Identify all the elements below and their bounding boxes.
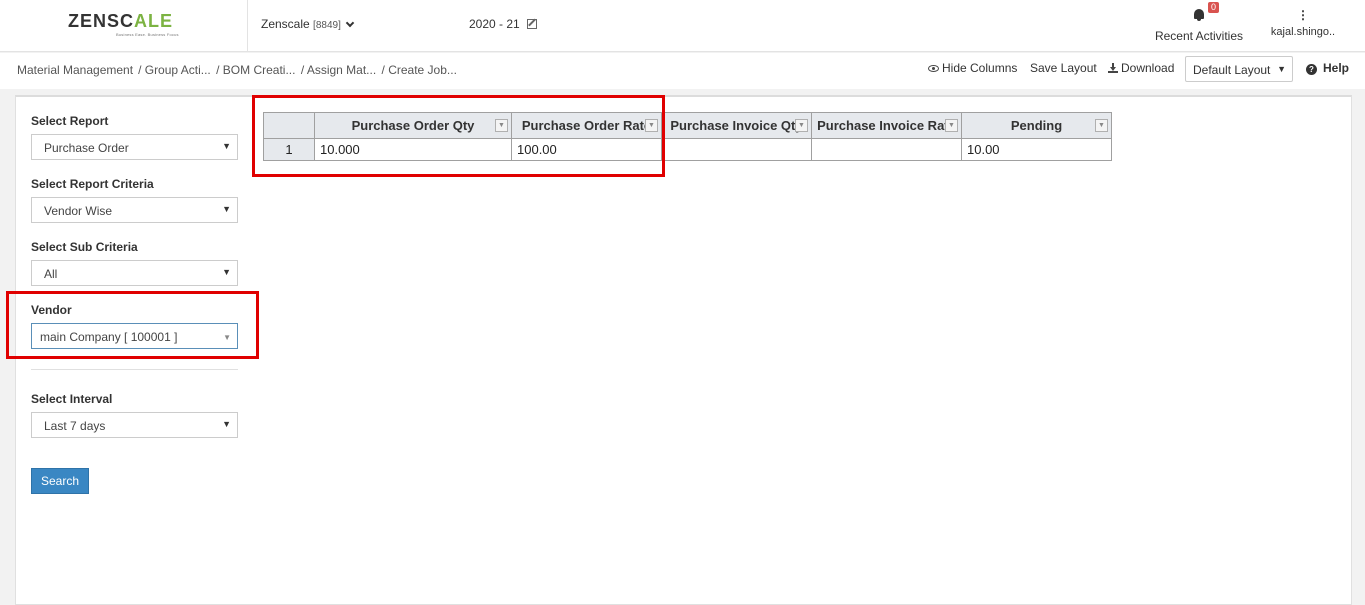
filter-icon[interactable]: ▼ [945, 119, 958, 132]
top-header: ZENSCALE Business Ease. Business Focus Z… [0, 0, 1365, 52]
column-header-label: Purchase Invoice Qty [670, 118, 803, 133]
select-interval-dropdown[interactable]: Last 7 days ▼ [31, 412, 238, 438]
breadcrumb-item[interactable]: Material Management [17, 63, 133, 77]
breadcrumb-item[interactable]: / Create Job... [382, 63, 457, 77]
column-header-label: Pending [1010, 118, 1063, 133]
caret-down-icon: ▼ [1277, 64, 1286, 74]
company-name: Zenscale [261, 17, 310, 31]
hide-columns-label: Hide Columns [942, 61, 1018, 75]
table-cell[interactable] [811, 138, 962, 161]
select-sub-criteria-value: All [44, 267, 58, 281]
column-header[interactable]: Pending ▼ [961, 112, 1112, 139]
highlight-box [6, 291, 259, 359]
eye-icon [928, 65, 939, 72]
select-interval-label: Select Interval [31, 392, 113, 406]
select-criteria-label: Select Report Criteria [31, 177, 154, 191]
breadcrumb: Material Management / Group Acti... / BOM… [17, 63, 459, 77]
financial-year[interactable]: 2020 - 21 [469, 17, 538, 31]
user-name: kajal.shingo.. [1270, 26, 1336, 38]
help-label: Help [1323, 61, 1350, 75]
layout-select[interactable]: Default Layout ▼ [1185, 56, 1293, 82]
save-layout-button[interactable]: Save Layout [1030, 61, 1097, 75]
kebab-menu-icon: ⋮ [1297, 8, 1309, 22]
logo-tagline: Business Ease. Business Focus [116, 32, 179, 37]
select-report-value: Purchase Order [44, 141, 129, 155]
help-button[interactable]: ? Help [1306, 61, 1349, 75]
download-button[interactable]: Download [1108, 61, 1174, 75]
question-icon: ? [1306, 64, 1317, 75]
logo-part-1: ZENSC [68, 11, 135, 31]
filter-icon[interactable]: ▼ [1095, 119, 1108, 132]
edit-icon[interactable] [527, 19, 538, 29]
breadcrumb-item[interactable]: / Assign Mat... [301, 63, 376, 77]
select-report-dropdown[interactable]: Purchase Order ▼ [31, 134, 238, 160]
recent-activities-button[interactable]: Recent Activities [1149, 8, 1249, 43]
year-label: 2020 - 21 [469, 17, 520, 31]
divider [31, 369, 238, 370]
breadcrumb-bar: Material Management / Group Acti... / BOM… [0, 53, 1365, 89]
download-icon [1108, 63, 1118, 73]
highlight-box [252, 95, 665, 177]
caret-down-icon: ▼ [222, 141, 231, 151]
select-report-label: Select Report [31, 114, 109, 128]
column-header[interactable]: Purchase Invoice Qty ▼ [661, 112, 812, 139]
breadcrumb-item[interactable]: / Group Acti... [138, 63, 211, 77]
logo-wordmark: ZENSCALE [68, 11, 173, 32]
select-interval-value: Last 7 days [44, 419, 106, 433]
select-criteria-dropdown[interactable]: Vendor Wise ▼ [31, 197, 238, 223]
company-code: [8849] [313, 20, 341, 31]
select-sub-criteria-label: Select Sub Criteria [31, 240, 138, 254]
logo-part-2: ALE [134, 11, 174, 31]
download-label: Download [1121, 61, 1175, 75]
select-sub-criteria-dropdown[interactable]: All ▼ [31, 260, 238, 286]
user-menu[interactable]: ⋮ kajal.shingo.. [1268, 8, 1338, 38]
filter-icon[interactable]: ▼ [795, 119, 808, 132]
table-cell[interactable]: 10.00 [961, 138, 1112, 161]
caret-down-icon: ▼ [222, 419, 231, 429]
table-cell[interactable] [661, 138, 812, 161]
column-header-label: Purchase Invoice Rate [817, 118, 956, 133]
select-criteria-value: Vendor Wise [44, 204, 113, 218]
recent-activities-label: Recent Activities [1154, 29, 1244, 43]
bell-icon [1194, 9, 1204, 21]
logo[interactable]: ZENSCALE Business Ease. Business Focus [0, 0, 248, 52]
chevron-down-icon [345, 18, 355, 28]
column-header[interactable]: Purchase Invoice Rate ▼ [811, 112, 962, 139]
caret-down-icon: ▼ [222, 204, 231, 214]
company-selector[interactable]: Zenscale [8849] [261, 17, 355, 31]
caret-down-icon: ▼ [222, 267, 231, 277]
save-layout-label: Save Layout [1030, 61, 1097, 75]
breadcrumb-item[interactable]: / BOM Creati... [216, 63, 295, 77]
search-button[interactable]: Search [31, 468, 89, 494]
hide-columns-button[interactable]: Hide Columns [928, 61, 1017, 75]
layout-select-value: Default Layout [1193, 63, 1271, 77]
